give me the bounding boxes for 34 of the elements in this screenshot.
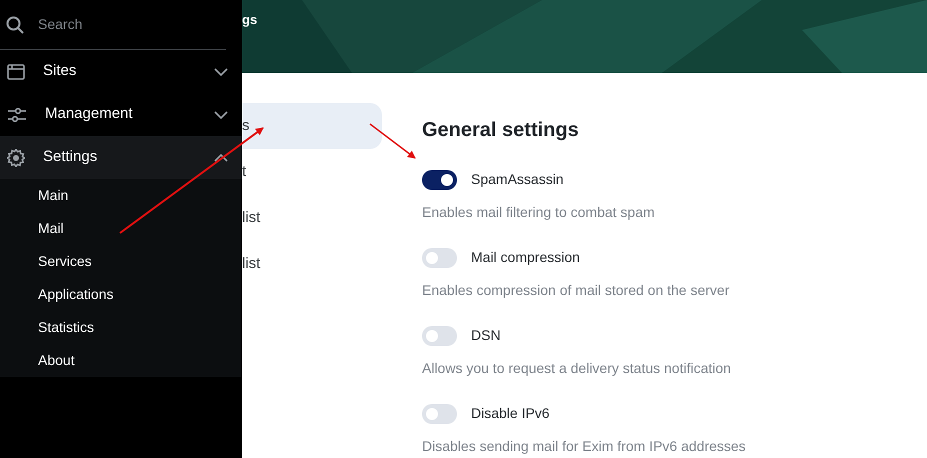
setting-label: SpamAssassin bbox=[471, 170, 564, 189]
sidebar-subitem[interactable]: Applications bbox=[0, 278, 242, 311]
search-field[interactable]: Search bbox=[38, 14, 198, 35]
setting-description: Allows you to request a delivery status notification bbox=[422, 359, 732, 378]
sidebar-subitem[interactable]: Main bbox=[0, 179, 242, 212]
setting-label: DSN bbox=[471, 326, 501, 345]
submenu-item[interactable]: list bbox=[242, 241, 382, 287]
chevron-down-icon bbox=[214, 110, 228, 118]
chevron-down-icon bbox=[214, 68, 228, 76]
sidebar-subitem[interactable]: Statistics bbox=[0, 311, 242, 344]
setting-description: Disables sending mail for Exim from IPv6 addresses bbox=[422, 437, 746, 456]
search-icon bbox=[6, 16, 24, 34]
toggle-switch[interactable] bbox=[422, 170, 457, 190]
setting-description: Enables compression of mail stored on the server bbox=[422, 281, 730, 300]
sidebar-subitem[interactable]: Mail bbox=[0, 212, 242, 245]
sliders-icon bbox=[7, 106, 27, 122]
section-title: General settings bbox=[422, 118, 580, 143]
setting-label: Disable IPv6 bbox=[471, 404, 550, 423]
toggle-switch[interactable] bbox=[422, 404, 457, 424]
sidebar-item[interactable]: Settings bbox=[0, 136, 242, 179]
toggle-switch[interactable] bbox=[422, 248, 457, 268]
submenu-item[interactable]: list bbox=[242, 195, 382, 241]
chevron-up-icon bbox=[214, 154, 228, 162]
submenu-item[interactable]: t bbox=[242, 149, 382, 195]
annotation-arrow bbox=[370, 123, 416, 159]
setting-label: Mail compression bbox=[471, 248, 580, 267]
submenu-item[interactable]: s bbox=[242, 103, 382, 149]
window-icon bbox=[7, 64, 25, 80]
settings-icon bbox=[7, 148, 25, 166]
sidebar-subitem[interactable]: About bbox=[0, 344, 242, 377]
setting-description: Enables mail filtering to combat spam bbox=[422, 203, 656, 222]
toggle-switch[interactable] bbox=[422, 326, 457, 346]
sidebar-subitem[interactable]: Services bbox=[0, 245, 242, 278]
page-title: gs bbox=[242, 11, 258, 29]
